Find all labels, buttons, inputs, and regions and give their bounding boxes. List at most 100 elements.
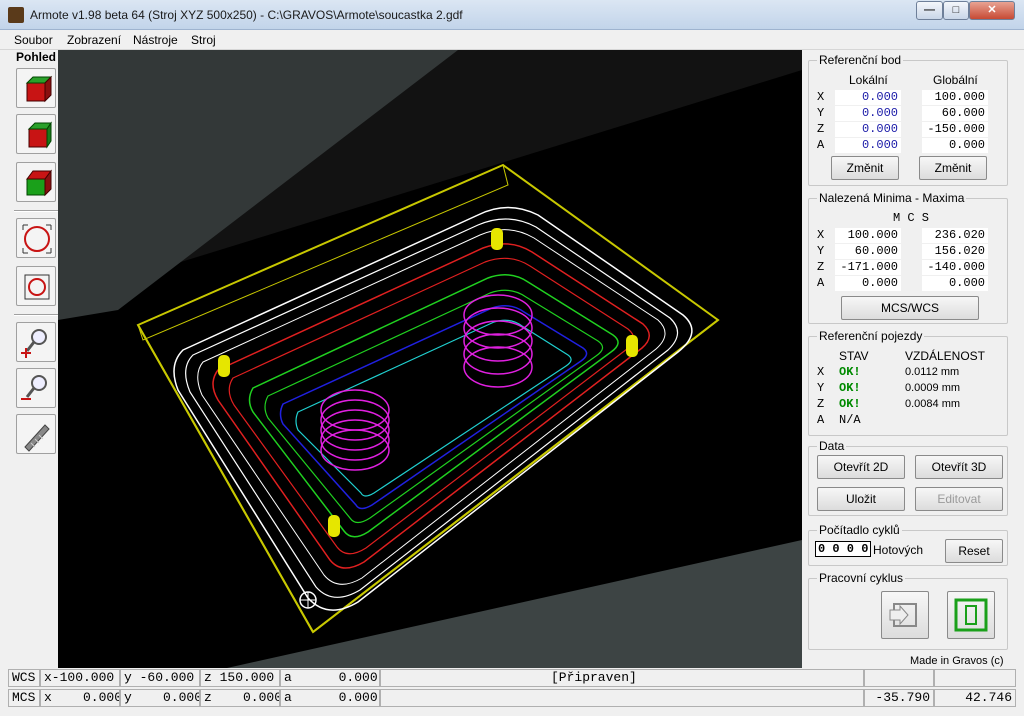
max-y: 156.020 — [922, 244, 988, 259]
view-top-button[interactable] — [16, 162, 56, 202]
work-cycle-title: Pracovní cyklus — [817, 571, 906, 585]
axis-label: Z — [817, 260, 825, 274]
min-y: 60.000 — [835, 244, 901, 259]
max-a: 0.000 — [922, 276, 988, 291]
reset-button[interactable]: Reset — [945, 539, 1003, 563]
title-bar: Armote v1.98 beta 64 (Stroj XYZ 500x250)… — [0, 0, 1024, 30]
reference-moves-title: Referenční pojezdy — [817, 329, 925, 343]
mcs-label: MCS — [8, 689, 40, 707]
cycle-count: 0 0 0 0 — [815, 541, 872, 557]
toolbar-separator — [14, 314, 60, 316]
zoom-out-icon — [21, 375, 47, 400]
min-a: 0.000 — [835, 276, 901, 291]
enter-icon — [889, 603, 917, 627]
reference-point-title: Referenční bod — [817, 53, 904, 67]
state-y: OK! — [839, 381, 861, 395]
zoom-in-button[interactable] — [16, 322, 56, 362]
ref-local-z: 0.000 — [835, 122, 901, 137]
change-global-button[interactable]: Změnit — [919, 156, 987, 180]
edit-button: Editovat — [915, 487, 1003, 511]
ref-local-a: 0.000 — [835, 138, 901, 153]
status-empty-2 — [934, 669, 1016, 687]
window-title: Armote v1.98 beta 64 (Stroj XYZ 500x250)… — [30, 8, 463, 22]
max-x: 236.020 — [922, 228, 988, 243]
mcs-a: a 0.000 — [280, 689, 380, 707]
col-global-label: Globální — [933, 73, 978, 87]
view-frame-button[interactable] — [16, 266, 56, 306]
tool-button[interactable] — [16, 414, 56, 454]
cursor-y-readout: 42.746 — [934, 689, 1016, 707]
col-state-label: STAV — [839, 349, 869, 363]
view-toolbar: Pohled — [8, 50, 60, 668]
distance-x: 0.0112 mm — [905, 366, 960, 378]
toolpath-3d-view[interactable] — [58, 50, 802, 668]
app-icon — [8, 7, 24, 23]
maximize-button[interactable]: □ — [943, 1, 969, 20]
ref-global-y: 60.000 — [922, 106, 988, 121]
ref-global-z: -150.000 — [922, 122, 988, 137]
wcs-label: WCS — [8, 669, 40, 687]
state-a: N/A — [839, 413, 861, 427]
wcs-y: y -60.000 — [120, 669, 200, 687]
cursor-x-readout: -35.790 — [864, 689, 934, 707]
minmax-group: Nalezená Minima - Maxima M C S X 100.000… — [808, 191, 1008, 324]
cube-side-red-icon — [27, 121, 52, 149]
reference-point-group: Referenční bod Lokální Globální X 0.000 … — [808, 53, 1008, 186]
data-title: Data — [817, 439, 847, 453]
distance-y: 0.0009 mm — [905, 382, 961, 394]
wcs-a: a 0.000 — [280, 669, 380, 687]
menu-zobrazeni[interactable]: Zobrazení — [67, 33, 121, 47]
view-front-button[interactable] — [16, 68, 56, 108]
start-cycle-button[interactable] — [881, 591, 929, 639]
axis-label: A — [817, 138, 825, 152]
credit-text: Made in Gravos (c) — [910, 655, 1004, 667]
pause-cycle-button[interactable] — [947, 591, 995, 639]
ref-local-y: 0.000 — [835, 106, 901, 121]
state-z: OK! — [839, 397, 861, 411]
change-local-button[interactable]: Změnit — [831, 156, 899, 180]
menu-stroj[interactable]: Stroj — [191, 33, 216, 47]
wcs-x: x-100.000 — [40, 669, 120, 687]
axis-label: X — [817, 90, 825, 104]
min-z: -171.000 — [835, 260, 901, 275]
menu-soubor[interactable]: Soubor — [14, 33, 53, 47]
wcs-z: z 150.000 — [200, 669, 280, 687]
ref-global-x: 100.000 — [922, 90, 988, 105]
3d-viewport[interactable] — [58, 50, 802, 668]
axis-label: Z — [817, 122, 825, 136]
view-side-button[interactable] — [16, 114, 56, 154]
status-empty-3 — [380, 689, 864, 707]
axis-label: X — [817, 228, 825, 242]
min-x: 100.000 — [835, 228, 901, 243]
max-z: -140.000 — [922, 260, 988, 275]
mcs-x: x 0.000 — [40, 689, 120, 707]
cube-top-green-icon — [26, 169, 52, 197]
mcs-z: z 0.000 — [200, 689, 280, 707]
zoom-in-icon — [21, 329, 47, 358]
pause-icon — [954, 598, 988, 632]
minimize-button[interactable]: — — [916, 1, 943, 20]
toolbar-title: Pohled — [16, 50, 57, 64]
view-circle-button[interactable] — [16, 218, 56, 258]
status-bar-wcs: WCS x-100.000 y -60.000 z 150.000 a 0.00… — [0, 668, 1024, 688]
menu-nastroje[interactable]: Nástroje — [133, 33, 178, 47]
open-2d-button[interactable]: Otevřít 2D — [817, 455, 905, 479]
data-group: Data Otevřít 2D Otevřít 3D Uložit Editov… — [808, 439, 1008, 516]
close-button[interactable]: ✕ — [969, 1, 1015, 20]
axis-label: Y — [817, 381, 825, 395]
axis-label: X — [817, 365, 825, 379]
toolbar-separator — [14, 210, 60, 212]
state-x: OK! — [839, 365, 861, 379]
save-button[interactable]: Uložit — [817, 487, 905, 511]
axis-label: Y — [817, 106, 825, 120]
cube-front-red-icon — [25, 75, 53, 103]
axis-label: Z — [817, 397, 825, 411]
reference-moves-group: Referenční pojezdy STAV VZDÁLENOST X OK!… — [808, 329, 1008, 436]
zoom-out-button[interactable] — [16, 368, 56, 408]
control-panel: Referenční bod Lokální Globální X 0.000 … — [806, 50, 1018, 668]
distance-z: 0.0084 mm — [905, 398, 961, 410]
menu-bar: Soubor Zobrazení Nástroje Stroj — [0, 30, 1024, 50]
mcs-wcs-button[interactable]: MCS/WCS — [841, 296, 979, 320]
mcs-y: y 0.000 — [120, 689, 200, 707]
open-3d-button[interactable]: Otevřít 3D — [915, 455, 1003, 479]
